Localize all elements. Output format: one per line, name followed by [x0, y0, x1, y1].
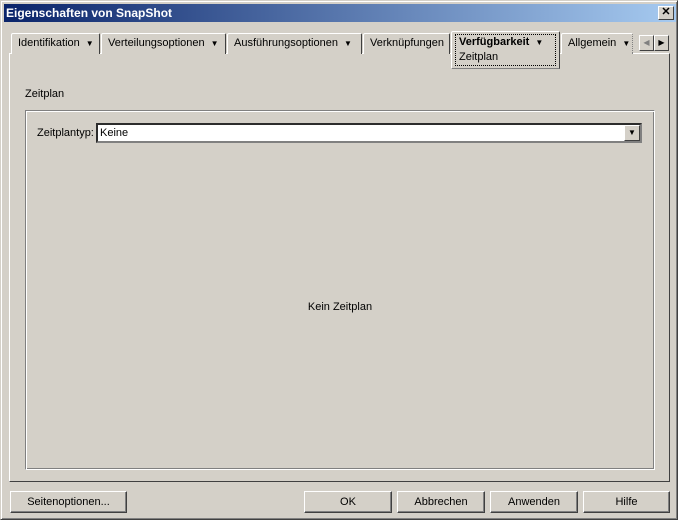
button-label: Abbrechen — [414, 496, 468, 508]
button-label: Hilfe — [615, 496, 638, 508]
window-title: Eigenschaften von SnapShot — [6, 6, 173, 20]
subtab-zeitplan[interactable]: Zeitplan — [459, 51, 498, 63]
button-label: Seitenoptionen... — [27, 496, 110, 508]
page-options-button[interactable]: Seitenoptionen... — [10, 491, 127, 513]
tab-label: Allgemein — [568, 37, 617, 49]
tab-label: Identifikation — [18, 37, 80, 49]
tab-scroll-right-button[interactable]: ▶ — [654, 35, 669, 51]
tab-label: Verfügbarkeit — [459, 36, 530, 48]
tab-verteilungsoptionen[interactable]: Verteilungsoptionen ▼ — [101, 33, 226, 54]
tab-identifikation[interactable]: Identifikation ▼ — [11, 33, 100, 54]
button-label: Anwenden — [508, 496, 560, 508]
schedule-group — [25, 110, 655, 470]
button-label: OK — [340, 496, 356, 508]
close-icon: ✕ — [661, 6, 671, 18]
ok-button[interactable]: OK — [304, 491, 392, 513]
cancel-button[interactable]: Abbrechen — [397, 491, 485, 513]
arrow-left-icon: ◀ — [643, 38, 650, 47]
dropdown-arrow-icon[interactable]: ▼ — [211, 39, 219, 48]
section-title: Zeitplan — [25, 88, 65, 100]
close-button[interactable]: ✕ — [658, 6, 674, 20]
tab-scroll-left-button[interactable]: ◀ — [639, 35, 654, 51]
title-bar: Eigenschaften von SnapShot ✕ — [4, 4, 676, 22]
apply-button[interactable]: Anwenden — [490, 491, 578, 513]
tab-verknuepfungen[interactable]: Verknüpfungen — [363, 33, 450, 54]
tab-verfuegbarkeit[interactable]: Verfügbarkeit ▼ Zeitplan — [451, 31, 560, 69]
tab-ausfuehrungsoptionen[interactable]: Ausführungsoptionen ▼ — [227, 33, 362, 54]
tab-label: Ausführungsoptionen — [234, 37, 338, 49]
dropdown-arrow-icon[interactable]: ▼ — [344, 39, 352, 48]
tab-label: Verteilungsoptionen — [108, 37, 205, 49]
help-button[interactable]: Hilfe — [583, 491, 670, 513]
tab-allgemein[interactable]: Allgemein ▼ — [561, 33, 633, 54]
chevron-down-icon[interactable]: ▼ — [624, 125, 640, 141]
dropdown-arrow-icon[interactable]: ▼ — [86, 39, 94, 48]
tab-label: Verknüpfungen — [370, 37, 445, 49]
schedule-type-label: Zeitplantyp: — [37, 127, 94, 139]
schedule-type-select[interactable]: Keine ▼ — [96, 123, 642, 143]
schedule-type-value: Keine — [100, 127, 129, 139]
dropdown-arrow-icon[interactable]: ▼ — [622, 39, 630, 48]
dropdown-arrow-icon[interactable]: ▼ — [535, 38, 543, 47]
empty-schedule-text: Kein Zeitplan — [307, 301, 373, 313]
properties-dialog: Eigenschaften von SnapShot ✕ Identifikat… — [0, 0, 678, 520]
arrow-right-icon: ▶ — [658, 38, 665, 47]
